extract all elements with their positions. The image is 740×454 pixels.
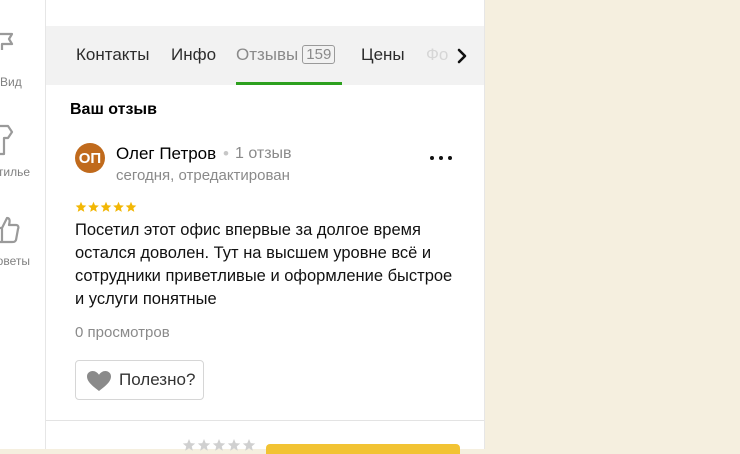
helpful-button[interactable]: Полезно? bbox=[75, 360, 204, 400]
more-options-button[interactable] bbox=[426, 148, 456, 168]
heart-icon bbox=[87, 371, 111, 391]
left-rail: Вид Стилье Советы bbox=[0, 0, 46, 449]
helpful-label: Полезно? bbox=[119, 370, 196, 389]
section-title: Ваш отзыв bbox=[70, 101, 157, 118]
star-icon bbox=[113, 201, 124, 212]
divider bbox=[46, 420, 484, 421]
rate-stars-input[interactable] bbox=[182, 438, 258, 452]
star-icon bbox=[75, 201, 87, 212]
review-date: сегодня, отредактирован bbox=[116, 167, 290, 184]
rail-item-tips[interactable]: Советы bbox=[0, 212, 45, 272]
star-icon bbox=[88, 201, 99, 212]
hairdryer-icon bbox=[0, 124, 14, 156]
rail-label-tips: Советы bbox=[0, 254, 30, 268]
top-strip bbox=[46, 0, 484, 26]
author-name[interactable]: Олег Петров bbox=[116, 144, 216, 164]
rail-label-view: Вид bbox=[0, 75, 22, 89]
star-icon bbox=[100, 201, 112, 212]
rating-stars bbox=[75, 201, 137, 212]
thumbs-up-icon bbox=[0, 216, 20, 244]
tab-info[interactable]: Инфо bbox=[171, 45, 216, 65]
dot-icon bbox=[448, 156, 452, 160]
flag-icon bbox=[0, 32, 14, 50]
write-review-button[interactable] bbox=[266, 444, 460, 454]
dot-icon bbox=[439, 156, 443, 160]
active-tab-indicator bbox=[236, 82, 342, 85]
avatar[interactable]: ОП bbox=[75, 143, 105, 173]
tab-photos[interactable]: Фо bbox=[426, 45, 448, 65]
dot-icon bbox=[430, 156, 434, 160]
tab-bar: Контакты Инфо Отзывы 159 Цены Фо bbox=[46, 26, 484, 85]
rail-label-style: Стилье bbox=[0, 165, 30, 179]
review-text: Посетил этот офис впервые за долгое врем… bbox=[75, 221, 453, 308]
tab-prices[interactable]: Цены bbox=[361, 45, 405, 65]
tab-reviews-label: Отзывы bbox=[236, 45, 299, 64]
reviews-panel: Контакты Инфо Отзывы 159 Цены Фо Ваш отзы… bbox=[46, 0, 485, 454]
rail-item-style[interactable]: Стилье bbox=[0, 120, 45, 180]
review-views: 0 просмотров bbox=[75, 324, 170, 341]
star-icon bbox=[125, 201, 137, 212]
author-review-count: 1 отзыв bbox=[235, 145, 292, 162]
reviews-count-badge: 159 bbox=[302, 45, 336, 64]
tab-contacts[interactable]: Контакты bbox=[76, 45, 149, 65]
rail-item-view[interactable]: Вид bbox=[0, 30, 45, 90]
author-separator: • bbox=[223, 144, 229, 163]
tab-reviews[interactable]: Отзывы 159 bbox=[236, 45, 336, 65]
chevron-right-icon[interactable] bbox=[450, 44, 474, 68]
